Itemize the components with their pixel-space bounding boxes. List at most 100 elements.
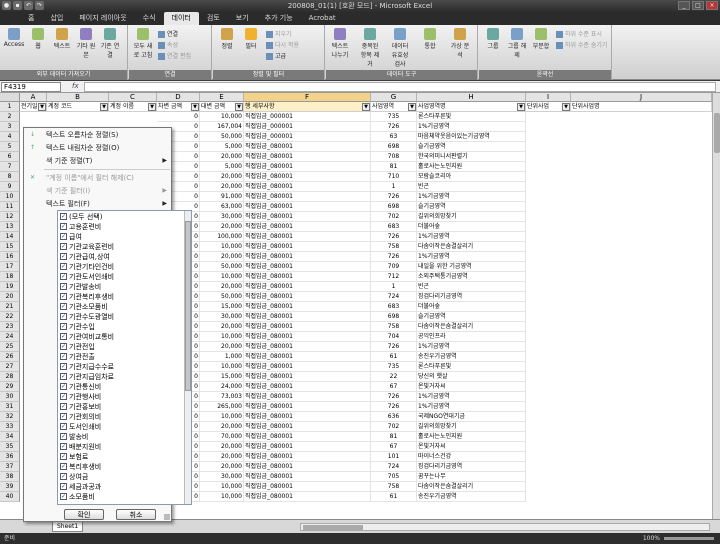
- table-cell-e[interactable]: 10,000: [200, 272, 244, 282]
- table-cell-f[interactable]: 직접입금_080001: [244, 432, 371, 442]
- horizontal-scroll-thumb[interactable]: [303, 525, 363, 530]
- checkbox-checked-icon[interactable]: ✓: [60, 272, 67, 280]
- ribbon-button-0-2[interactable]: 텍스트: [51, 28, 73, 50]
- table-cell-f[interactable]: 직접입금_000001: [244, 132, 371, 142]
- table-cell-f[interactable]: 직접입금_080001: [244, 402, 371, 412]
- filter-list-item[interactable]: ✓ 기관교육훈련비: [60, 242, 114, 252]
- table-cell-h[interactable]: 소외주택통기금영역: [417, 272, 526, 282]
- checkbox-checked-icon[interactable]: ✓: [60, 372, 67, 380]
- table-cell-f[interactable]: 직접입금_080001: [244, 242, 371, 252]
- row-header[interactable]: 4: [0, 132, 20, 142]
- table-cell-g[interactable]: 726: [371, 252, 417, 262]
- checkbox-checked-icon[interactable]: ✓: [60, 432, 67, 440]
- table-cell-e[interactable]: 15,000: [200, 372, 244, 382]
- ribbon-button-3-2[interactable]: 데이터 유효성 검사: [389, 28, 411, 68]
- table-cell-e[interactable]: 10,000: [200, 492, 244, 502]
- ribbon-button-4-1[interactable]: 그룹 해제: [506, 28, 528, 59]
- column-header-D[interactable]: D: [157, 93, 200, 102]
- table-cell-e[interactable]: 10,000: [200, 242, 244, 252]
- checkbox-checked-icon[interactable]: ✓: [60, 452, 67, 460]
- table-cell-f[interactable]: 직접입금_080001: [244, 212, 371, 222]
- filter-list-item[interactable]: ✓ 기관복리후생비: [60, 292, 114, 302]
- table-cell-h[interactable]: 1%기금영역: [417, 252, 526, 262]
- table-cell-g[interactable]: 683: [371, 222, 417, 232]
- table-cell-f[interactable]: 직접입금_000001: [244, 122, 371, 132]
- table-cell-f[interactable]: 직접입금_080001: [244, 472, 371, 482]
- table-cell-g[interactable]: 67: [371, 382, 417, 392]
- row-header[interactable]: 36: [0, 452, 20, 462]
- table-cell-f[interactable]: 직접입금_080001: [244, 332, 371, 342]
- table-cell-e[interactable]: 15,000: [200, 302, 244, 312]
- filter-value-list[interactable]: ✓ (모두 선택) ✓ 고용훈련비 ✓ 급여 ✓ 기관교육훈련비 ✓ 기관급여,상여 ✓ 기관기타인건…: [57, 210, 192, 505]
- row-header[interactable]: 8: [0, 172, 20, 182]
- table-cell-h[interactable]: 한국의미니서판렬기: [417, 152, 526, 162]
- checkbox-checked-icon[interactable]: ✓: [60, 292, 67, 300]
- ribbon-button-2-0[interactable]: 정렬: [216, 28, 238, 50]
- table-cell-g[interactable]: 726: [371, 122, 417, 132]
- table-cell-f[interactable]: 직접입금_080001: [244, 462, 371, 472]
- filter-list-item[interactable]: ✓ (모두 선택): [60, 212, 102, 222]
- tab-2[interactable]: 페이지 레이아웃: [71, 12, 134, 25]
- table-cell-e[interactable]: 20,000: [200, 462, 244, 472]
- checkbox-checked-icon[interactable]: ✓: [60, 222, 67, 230]
- filter-list-item[interactable]: ✓ 기관수입: [60, 322, 95, 332]
- filter-list-item[interactable]: ✓ 기관행사비: [60, 392, 101, 402]
- horizontal-scrollbar[interactable]: [300, 523, 710, 531]
- header-cell[interactable]: 차변 금액 ▼: [157, 102, 200, 112]
- checkbox-checked-icon[interactable]: ✓: [60, 322, 67, 330]
- column-header-E[interactable]: E: [200, 93, 244, 102]
- column-header-H[interactable]: H: [417, 93, 526, 102]
- table-cell-e[interactable]: 24,000: [200, 382, 244, 392]
- filter-dropdown-icon[interactable]: ▼: [38, 103, 46, 111]
- checkbox-checked-icon[interactable]: ✓: [60, 262, 67, 270]
- table-cell-g[interactable]: 726: [371, 232, 417, 242]
- filter-list-item[interactable]: ✓ 상여금: [60, 472, 88, 482]
- row-header[interactable]: 12: [0, 212, 20, 222]
- table-cell-e[interactable]: 10,000: [200, 482, 244, 492]
- ribbon-button-4-2[interactable]: 부분합: [530, 28, 552, 50]
- filter-list-item[interactable]: ✓ 소모품비: [60, 492, 95, 502]
- filter-menu-item-1[interactable]: ↑ 텍스트 내림차순 정렬(O): [24, 142, 171, 154]
- table-cell-g[interactable]: 683: [371, 302, 417, 312]
- ribbon-small-button-2-3[interactable]: 다시 적용: [266, 40, 299, 49]
- table-cell-f[interactable]: 직접입금_080001: [244, 392, 371, 402]
- vertical-scroll-thumb[interactable]: [714, 113, 720, 153]
- table-cell-h[interactable]: 당신의 햇살: [417, 372, 526, 382]
- table-cell-g[interactable]: 724: [371, 462, 417, 472]
- row-header[interactable]: 2: [0, 112, 20, 122]
- row-header[interactable]: 1: [0, 102, 20, 112]
- table-cell-e[interactable]: 73,003: [200, 392, 244, 402]
- office-button-icon[interactable]: ●: [2, 1, 11, 10]
- filter-list-item[interactable]: ✓ 기관통신비: [60, 382, 101, 392]
- table-cell-f[interactable]: 직접입금_080001: [244, 282, 371, 292]
- zoom-slider[interactable]: [664, 537, 714, 540]
- row-header[interactable]: 20: [0, 292, 20, 302]
- column-header-C[interactable]: C: [109, 93, 157, 102]
- ribbon-small-button-2-4[interactable]: 고급: [266, 51, 286, 60]
- table-cell-f[interactable]: 직접입금_080001: [244, 352, 371, 362]
- row-header[interactable]: 40: [0, 492, 20, 502]
- row-header[interactable]: 33: [0, 422, 20, 432]
- checkbox-checked-icon[interactable]: ✓: [60, 312, 67, 320]
- filter-list-item[interactable]: ✓ 기관도서인쇄비: [60, 272, 114, 282]
- column-header-J[interactable]: J: [571, 93, 712, 102]
- table-cell-h[interactable]: 슬기금영역: [417, 202, 526, 212]
- checkbox-checked-icon[interactable]: ✓: [60, 302, 67, 310]
- undo-icon[interactable]: ↶: [24, 1, 33, 10]
- table-cell-g[interactable]: 709: [371, 262, 417, 272]
- filter-list-item[interactable]: ✓ 기관지급임차료: [60, 372, 114, 382]
- table-cell-e[interactable]: 30,000: [200, 312, 244, 322]
- table-cell-g[interactable]: 724: [371, 292, 417, 302]
- checkbox-checked-icon[interactable]: ✓: [60, 472, 67, 480]
- filter-dropdown-icon[interactable]: ▼: [408, 103, 416, 111]
- table-cell-e[interactable]: 20,000: [200, 252, 244, 262]
- ribbon-button-3-1[interactable]: 중복된 항목 제거: [359, 28, 381, 68]
- tab-5[interactable]: 검토: [199, 12, 228, 25]
- ribbon-button-1-0[interactable]: 모두 새로 고침: [132, 28, 154, 59]
- filter-list-item[interactable]: ✓ 고용훈련비: [60, 222, 101, 232]
- header-cell[interactable]: 계정 코드 ▼: [47, 102, 109, 112]
- ribbon-button-0-4[interactable]: 기존 연결: [99, 28, 121, 59]
- row-header[interactable]: 31: [0, 402, 20, 412]
- table-cell-e[interactable]: 1,000: [200, 352, 244, 362]
- row-header[interactable]: 7: [0, 162, 20, 172]
